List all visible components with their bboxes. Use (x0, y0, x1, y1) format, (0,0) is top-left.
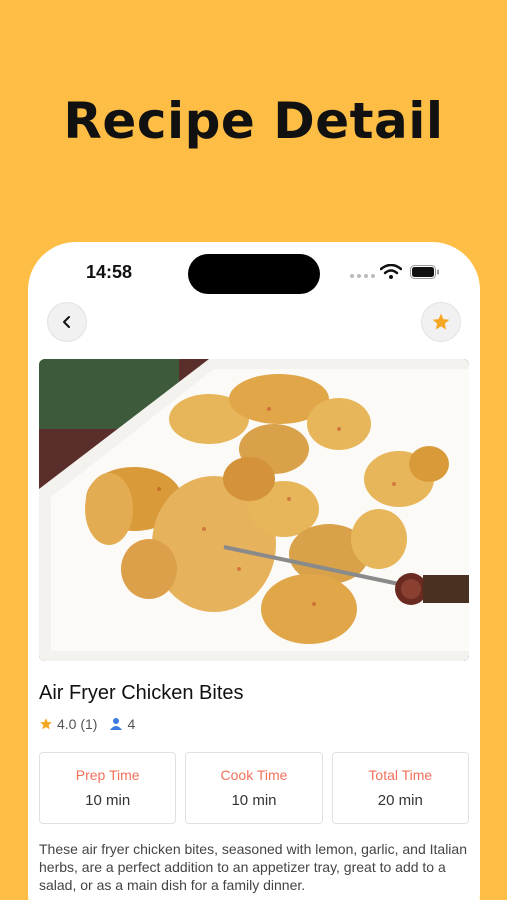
favorite-button[interactable] (421, 302, 461, 342)
person-icon (110, 718, 123, 730)
prep-time-label: Prep Time (75, 767, 140, 783)
page-headline: Recipe Detail (63, 92, 444, 150)
prep-time-card: Prep Time 10 min (39, 752, 177, 824)
rating-text: 4.0 (1) (57, 716, 98, 732)
time-stats: Prep Time 10 min Cook Time 10 min Total … (39, 752, 469, 824)
phone-screen: 14:58 Air Fryer Chicken Bites 4.0 (1) 4 … (28, 242, 480, 900)
total-time-value: 20 min (377, 792, 423, 809)
recipe-description: These air fryer chicken bites, seasoned … (39, 841, 467, 893)
chevron-left-icon (63, 316, 70, 328)
star-icon (432, 313, 450, 330)
servings-text: 4 (127, 716, 136, 732)
battery-icon (410, 265, 439, 279)
cook-time-value: 10 min (231, 792, 277, 809)
dynamic-island (188, 254, 320, 294)
recipe-title: Air Fryer Chicken Bites (39, 682, 244, 704)
cook-time-label: Cook Time (220, 767, 288, 783)
cook-time-card: Cook Time 10 min (185, 752, 323, 824)
wifi-icon (380, 264, 402, 279)
recipe-image (39, 359, 469, 661)
cellular-signal-icon (350, 274, 375, 278)
back-button[interactable] (47, 302, 87, 342)
total-time-card: Total Time 20 min (331, 752, 469, 824)
status-time: 14:58 (86, 262, 133, 282)
prep-time-value: 10 min (85, 792, 131, 809)
total-time-label: Total Time (368, 767, 433, 783)
recipe-meta: 4.0 (1) 4 (39, 716, 135, 732)
star-icon (40, 718, 52, 730)
